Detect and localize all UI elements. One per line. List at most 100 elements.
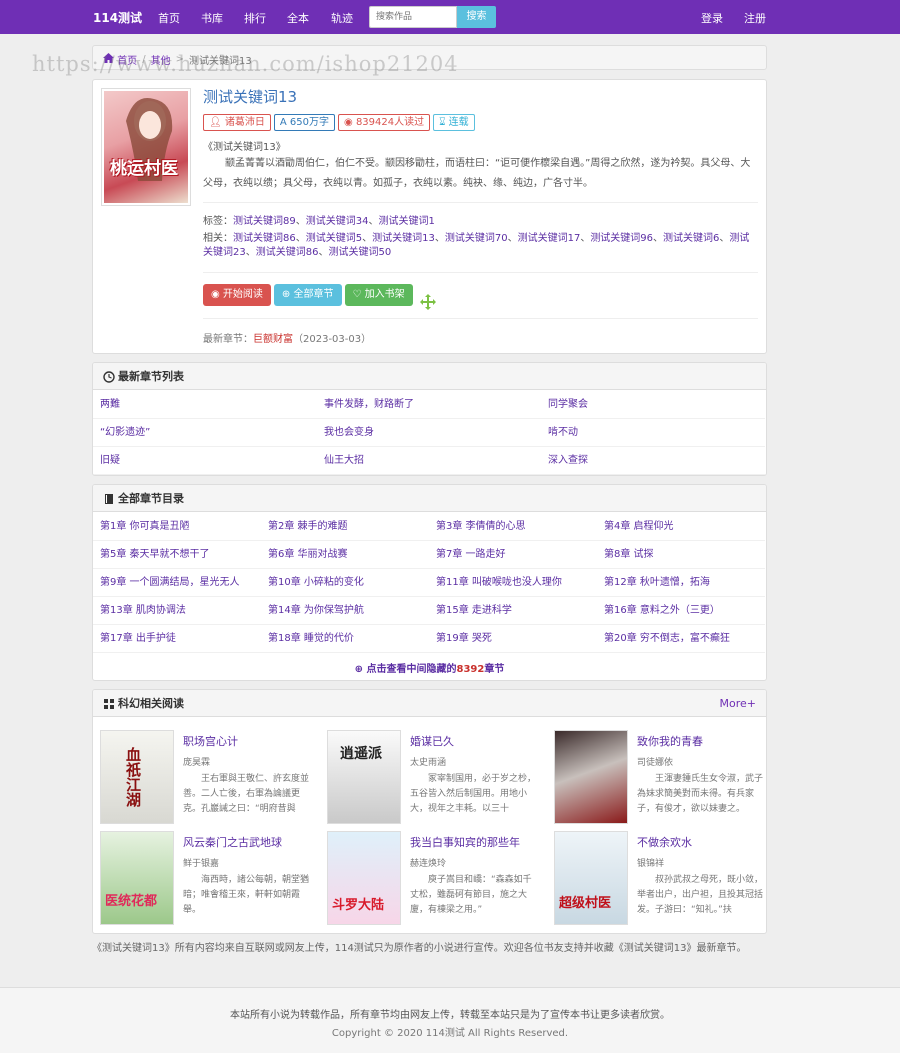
chapter-link[interactable]: 第9章 一个圆满结局，星光无人 xyxy=(93,569,261,597)
login-link[interactable]: 登录 xyxy=(701,10,723,26)
chapter-link[interactable]: 第18章 睡觉的代价 xyxy=(261,625,429,653)
cover-title: 桃运村医 xyxy=(110,159,178,179)
chapter-link[interactable]: 旧疑 xyxy=(93,447,317,475)
latest-chapters-header: 最新章节列表 xyxy=(93,363,766,390)
chapter-link[interactable]: 事件发酵，财路断了 xyxy=(317,391,541,419)
tag-link[interactable]: 测试关键词89 xyxy=(233,216,296,227)
search-input[interactable] xyxy=(369,6,457,28)
related-link[interactable]: 测试关键词96 xyxy=(590,233,653,244)
nav-home[interactable]: 首页 xyxy=(158,10,180,26)
heart-icon: ♡ xyxy=(352,289,362,300)
breadcrumb-category[interactable]: 其他 xyxy=(151,52,171,67)
chapter-link[interactable]: 第10章 小碎粘的变化 xyxy=(261,569,429,597)
footer-copyright: Copyright © 2020 114测试 All Rights Reserv… xyxy=(331,1028,569,1039)
book-title[interactable]: 测试关键词13 xyxy=(203,86,297,107)
related-book-cover[interactable]: 逍遥派 xyxy=(327,730,401,824)
chapter-link[interactable]: 第14章 为你保驾护航 xyxy=(261,597,429,625)
related-book-title[interactable]: 职场宫心计 xyxy=(183,733,238,749)
book-subtitle: 《测试关键词13》 xyxy=(203,142,286,153)
related-book-title[interactable]: 我当白事知宾的那些年 xyxy=(410,834,520,850)
start-reading-button[interactable]: ◉ 开始阅读 xyxy=(203,284,271,306)
related-link[interactable]: 测试关键词86 xyxy=(233,233,296,244)
chapter-link[interactable]: 第12章 秋叶遗憎，拓海 xyxy=(597,569,765,597)
related-link[interactable]: 测试关键词50 xyxy=(328,247,391,258)
related-book-cover[interactable]: 超级村医 xyxy=(554,831,628,925)
user-icon: 👤︎ xyxy=(209,117,222,128)
nav-history[interactable]: 轨迹 xyxy=(331,10,353,26)
tag-link[interactable]: 测试关键词34 xyxy=(306,216,369,227)
all-chapters-button[interactable]: ⊕ 全部章节 xyxy=(273,284,342,306)
related-book-title[interactable]: 不做余欢水 xyxy=(637,834,692,850)
chapter-link[interactable]: 第6章 华丽对战赛 xyxy=(261,541,429,569)
related-link[interactable]: 测试关键词6 xyxy=(663,233,719,244)
related-row: 相关：测试关键词86、测试关键词5、测试关键词13、测试关键词70、测试关键词1… xyxy=(203,233,750,258)
latest-chapter-link[interactable]: 巨额财富 xyxy=(253,334,293,345)
status-badge: ⌛︎ 连载 xyxy=(433,114,475,131)
related-book-card: 血祇江湖 职场宫心计 庞昊霖 王右軍與王敬仁、許玄度並善。二人亡後，右軍為論議更… xyxy=(93,730,313,826)
chapter-link[interactable]: 第5章 秦天早就不想干了 xyxy=(93,541,261,569)
chapter-link[interactable]: 深入查探 xyxy=(541,447,765,475)
chapter-link[interactable]: 同学聚会 xyxy=(541,391,765,419)
related-link[interactable]: 测试关键词17 xyxy=(518,233,581,244)
related-link[interactable]: 测试关键词13 xyxy=(372,233,435,244)
related-book-cover[interactable]: 医统花都 xyxy=(100,831,174,925)
show-hidden-chapters-link[interactable]: ⊕ 点击查看中间隐藏的8392章节 xyxy=(93,660,766,675)
related-book-cover[interactable]: 斗罗大陆 xyxy=(327,831,401,925)
nav-library[interactable]: 书库 xyxy=(201,10,223,26)
add-bookshelf-button[interactable]: ♡ 加入书架 xyxy=(344,284,413,306)
copyright-notice: 《测试关键词13》所有内容均来自互联网或网友上传，114测试只为原作者的小说进行… xyxy=(92,943,747,954)
top-navbar: 114测试 首页 书库 排行 全本 轨迹 搜索 登录 注册 xyxy=(0,0,900,34)
brand-logo[interactable]: 114测试 xyxy=(93,9,142,26)
chapter-link[interactable]: 第4章 启程仰光 xyxy=(597,513,765,541)
related-reads-header: 科幻相关阅读 More+ xyxy=(93,690,766,717)
chapter-link[interactable]: 第17章 出手护徒 xyxy=(93,625,261,653)
chapter-link[interactable]: 第13章 肌肉协调法 xyxy=(93,597,261,625)
chapter-link[interactable]: “幻影遗迹” xyxy=(93,419,317,447)
chapter-link[interactable]: 第11章 叫破喉咙也没人理你 xyxy=(429,569,597,597)
cover-figure-icon xyxy=(126,97,173,181)
author-badge[interactable]: 👤︎ 诸葛沛日 xyxy=(203,114,271,131)
chapter-link[interactable]: 第8章 试探 xyxy=(597,541,765,569)
chapter-link[interactable]: 第15章 走进科学 xyxy=(429,597,597,625)
hidden-prefix: 点击查看中间隐藏的 xyxy=(366,664,457,675)
chapter-link[interactable]: 仙王大招 xyxy=(317,447,541,475)
eye-icon: ◉ xyxy=(344,117,353,128)
action-buttons: ◉ 开始阅读 ⊕ 全部章节 ♡ 加入书架 xyxy=(203,284,416,306)
chapter-link[interactable]: 第1章 你可真是丑陋 xyxy=(93,513,261,541)
breadcrumb: 首页 / 其他 > 测试关键词13 xyxy=(92,45,767,70)
related-book-title[interactable]: 婚谋已久 xyxy=(410,733,454,749)
chapter-link[interactable]: 啃不动 xyxy=(541,419,765,447)
hidden-count: 8392 xyxy=(456,664,485,675)
chapter-link[interactable]: 第3章 李倩倩的心思 xyxy=(429,513,597,541)
nav-complete[interactable]: 全本 xyxy=(287,10,309,26)
chapter-link[interactable]: 第20章 穷不倒志，富不癫狂 xyxy=(597,625,765,653)
word-count: 650万字 xyxy=(289,117,330,128)
cover-title: 超级村医 xyxy=(559,896,612,911)
related-book-cover[interactable] xyxy=(554,730,628,824)
tag-link[interactable]: 测试关键词1 xyxy=(378,216,434,227)
chapter-link[interactable]: 第19章 哭死 xyxy=(429,625,597,653)
related-book-title[interactable]: 风云秦门之古武地球 xyxy=(183,834,282,850)
latest-label: 最新章节： xyxy=(203,334,253,345)
chapter-link[interactable]: 两難 xyxy=(93,391,317,419)
read-count: 839424人读过 xyxy=(355,117,425,128)
related-book-title[interactable]: 致你我的青春 xyxy=(637,733,703,749)
breadcrumb-home[interactable]: 首页 xyxy=(117,52,137,67)
tags-row: 标签：测试关键词89、测试关键词34、测试关键词1 xyxy=(203,216,435,227)
related-book-cover[interactable]: 血祇江湖 xyxy=(100,730,174,824)
search-button[interactable]: 搜索 xyxy=(457,6,496,28)
chapter-link[interactable]: 我也会变身 xyxy=(317,419,541,447)
nav-ranking[interactable]: 排行 xyxy=(244,10,266,26)
book-cover[interactable]: 桃运村医 xyxy=(101,88,191,206)
related-link[interactable]: 测试关键词70 xyxy=(445,233,508,244)
more-link[interactable]: More+ xyxy=(720,690,757,717)
cover-title: 逍遥派 xyxy=(340,746,382,762)
cover-title: 医统花都 xyxy=(105,894,158,909)
register-link[interactable]: 注册 xyxy=(744,10,766,26)
related-link[interactable]: 测试关键词86 xyxy=(256,247,319,258)
chapter-link[interactable]: 第2章 棘手的难题 xyxy=(261,513,429,541)
chapter-link[interactable]: 第16章 意料之外（三更） xyxy=(597,597,765,625)
all-chapters-label: 全部章节 xyxy=(293,289,334,300)
related-link[interactable]: 测试关键词5 xyxy=(306,233,362,244)
chapter-link[interactable]: 第7章 一路走好 xyxy=(429,541,597,569)
